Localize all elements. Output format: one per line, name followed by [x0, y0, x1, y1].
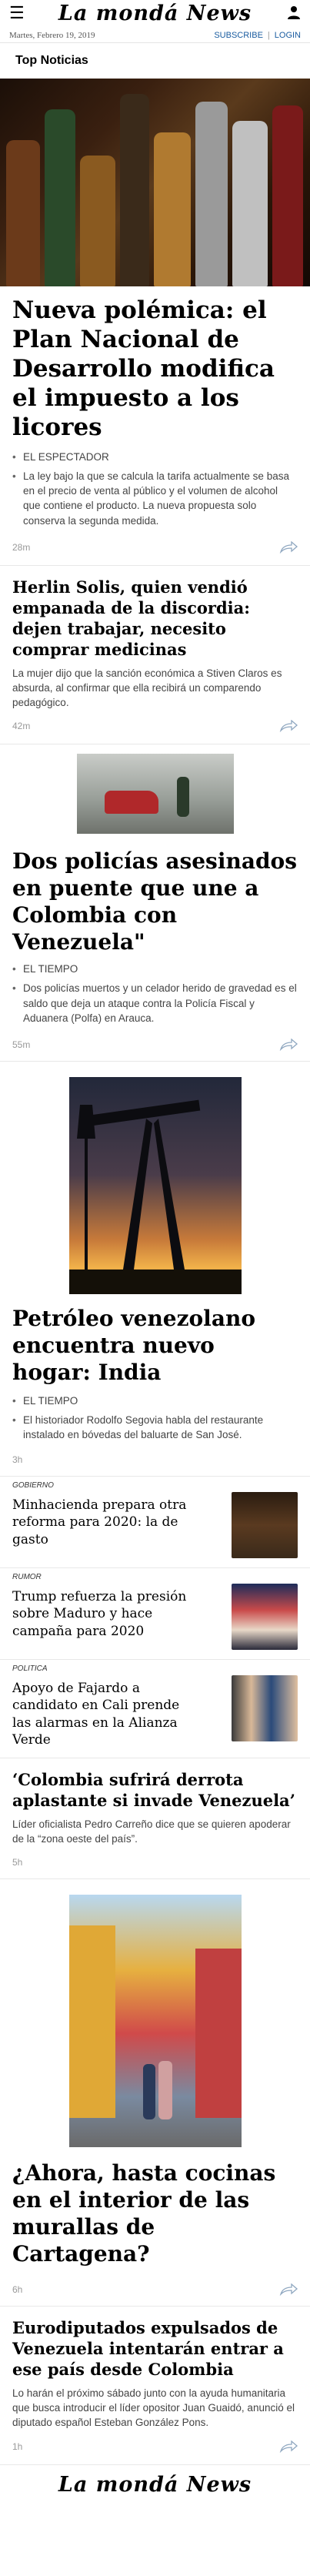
article-card[interactable]: Nueva polémica: el Plan Nacional de Desa…: [0, 79, 310, 559]
article-meta: 28m: [0, 536, 310, 559]
car-shape: [104, 791, 158, 815]
section-title: Top Noticias: [15, 54, 88, 67]
article-source[interactable]: EL TIEMPO: [12, 962, 298, 976]
article-image[interactable]: [76, 754, 234, 835]
article-kicker: RUMOR: [12, 1573, 42, 1582]
header-separator: |: [267, 31, 270, 40]
subscribe-link[interactable]: SUBSCRIBE: [214, 31, 263, 40]
article-thumbnail[interactable]: [232, 1675, 298, 1742]
bottle-shape: [80, 156, 115, 286]
article-meta: 55m: [0, 1033, 310, 1056]
article-meta: 1h: [0, 2435, 310, 2458]
article-card[interactable]: ¿Ahora, hasta cocinas en el interior de …: [0, 1879, 310, 2301]
person-shape: [176, 777, 189, 818]
bottle-shape: [272, 105, 303, 286]
small-article-card[interactable]: RUMOR Trump refuerza la presión sobre Ma…: [0, 1568, 310, 1659]
share-icon[interactable]: [279, 1038, 298, 1051]
article-title[interactable]: Minhacienda prepara otra reforma para 20…: [12, 1497, 197, 1558]
article-card[interactable]: Dos policías asesinados en puente que un…: [0, 744, 310, 1056]
article-source[interactable]: EL TIEMPO: [12, 1393, 298, 1408]
article-card[interactable]: ‘Colombia sufrirá derrota aplastante si …: [0, 1758, 310, 1874]
header-links: SUBSCRIBE | LOGIN: [214, 31, 301, 40]
building-shape: [195, 1949, 242, 2119]
person-shape: [158, 2061, 172, 2120]
bottle-shape: [195, 102, 228, 286]
article-time: 5h: [12, 1857, 23, 1868]
login-link[interactable]: LOGIN: [275, 31, 301, 40]
article-time: 3h: [12, 1454, 23, 1466]
article-kicker: POLITICA: [12, 1664, 48, 1674]
share-icon[interactable]: [279, 540, 298, 554]
article-card[interactable]: Herlin Solis, quien vendió empanada de l…: [0, 566, 310, 738]
article-title[interactable]: Petróleo venezolano encuentra nuevo hoga…: [0, 1305, 310, 1386]
article-bullets: EL TIEMPO Dos policías muertos y un cela…: [0, 962, 310, 1025]
bottle-shape: [154, 132, 191, 286]
article-bullet[interactable]: La ley bajo la que se calcula la tarifa …: [12, 469, 298, 528]
article-bullets: EL TIEMPO El historiador Rodolfo Segovia…: [0, 1393, 310, 1442]
article-time: 6h: [12, 2284, 23, 2296]
article-time: 28m: [12, 541, 31, 553]
article-summary[interactable]: Líder oficialista Pedro Carreño dice que…: [0, 1817, 310, 1846]
footer: La mondá News: [0, 2465, 310, 2497]
article-meta: 6h: [0, 2278, 310, 2301]
article-title[interactable]: Eurodiputados expulsados de Venezuela in…: [0, 2317, 310, 2380]
person-shape: [142, 2064, 155, 2120]
article-image[interactable]: [68, 1895, 242, 2148]
article-meta: 5h: [0, 1851, 310, 1874]
bottle-shape: [120, 94, 149, 286]
article-time: 1h: [12, 2441, 23, 2452]
building-shape: [68, 1925, 115, 2119]
article-card[interactable]: Petróleo venezolano encuentra nuevo hoga…: [0, 1062, 310, 1471]
share-icon[interactable]: [279, 2283, 298, 2297]
article-bullets: EL ESPECTADOR La ley bajo la que se calc…: [0, 450, 310, 528]
article-image[interactable]: [0, 79, 310, 286]
article-thumbnail[interactable]: [232, 1584, 298, 1651]
bottle-shape: [232, 121, 268, 286]
bottle-shape: [45, 109, 75, 286]
article-title[interactable]: Herlin Solis, quien vendió empanada de l…: [0, 577, 310, 660]
top-bar: ☰ La mondá News Martes, Febrero 19, 2019…: [0, 0, 310, 43]
article-time: 55m: [12, 1039, 31, 1050]
article-title[interactable]: ‘Colombia sufrirá derrota aplastante si …: [0, 1769, 310, 1811]
article-title[interactable]: Apoyo de Fajardo a candidato en Cali pre…: [12, 1680, 197, 1748]
footer-logo[interactable]: La mondá News: [0, 2473, 310, 2497]
article-thumbnail[interactable]: [232, 1492, 298, 1559]
header-date: Martes, Febrero 19, 2019: [9, 31, 95, 40]
article-title[interactable]: Dos policías asesinados en puente que un…: [0, 848, 310, 955]
masthead-logo[interactable]: La mondá News: [0, 2, 310, 25]
share-icon[interactable]: [279, 720, 298, 733]
article-bullet[interactable]: El historiador Rodolfo Segovia habla del…: [12, 1413, 298, 1442]
article-image[interactable]: [68, 1076, 242, 1294]
article-title[interactable]: ¿Ahora, hasta cocinas en el interior de …: [0, 2159, 310, 2267]
article-meta: 42m: [0, 714, 310, 738]
article-source[interactable]: EL ESPECTADOR: [12, 450, 298, 464]
article-kicker: GOBIERNO: [12, 1481, 54, 1490]
bottle-shape: [6, 140, 40, 286]
share-icon[interactable]: [279, 2440, 298, 2453]
article-summary[interactable]: La mujer dijo que la sanción económica a…: [0, 666, 310, 710]
article-meta: 3h: [0, 1448, 310, 1471]
article-bullet[interactable]: Dos policías muertos y un celador herido…: [12, 981, 298, 1025]
pumpjack-silhouette: [68, 1099, 242, 1294]
article-title[interactable]: Nueva polémica: el Plan Nacional de Desa…: [0, 296, 310, 442]
article-card[interactable]: Eurodiputados expulsados de Venezuela in…: [0, 2307, 310, 2457]
article-time: 42m: [12, 721, 31, 732]
small-article-card[interactable]: POLITICA Apoyo de Fajardo a candidato en…: [0, 1660, 310, 1757]
article-summary[interactable]: Lo harán el próximo sábado junto con la …: [0, 2386, 310, 2430]
user-icon[interactable]: [287, 5, 301, 20]
article-title[interactable]: Trump refuerza la presión sobre Maduro y…: [12, 1588, 197, 1650]
small-article-card[interactable]: GOBIERNO Minhacienda prepara otra reform…: [0, 1477, 310, 1567]
